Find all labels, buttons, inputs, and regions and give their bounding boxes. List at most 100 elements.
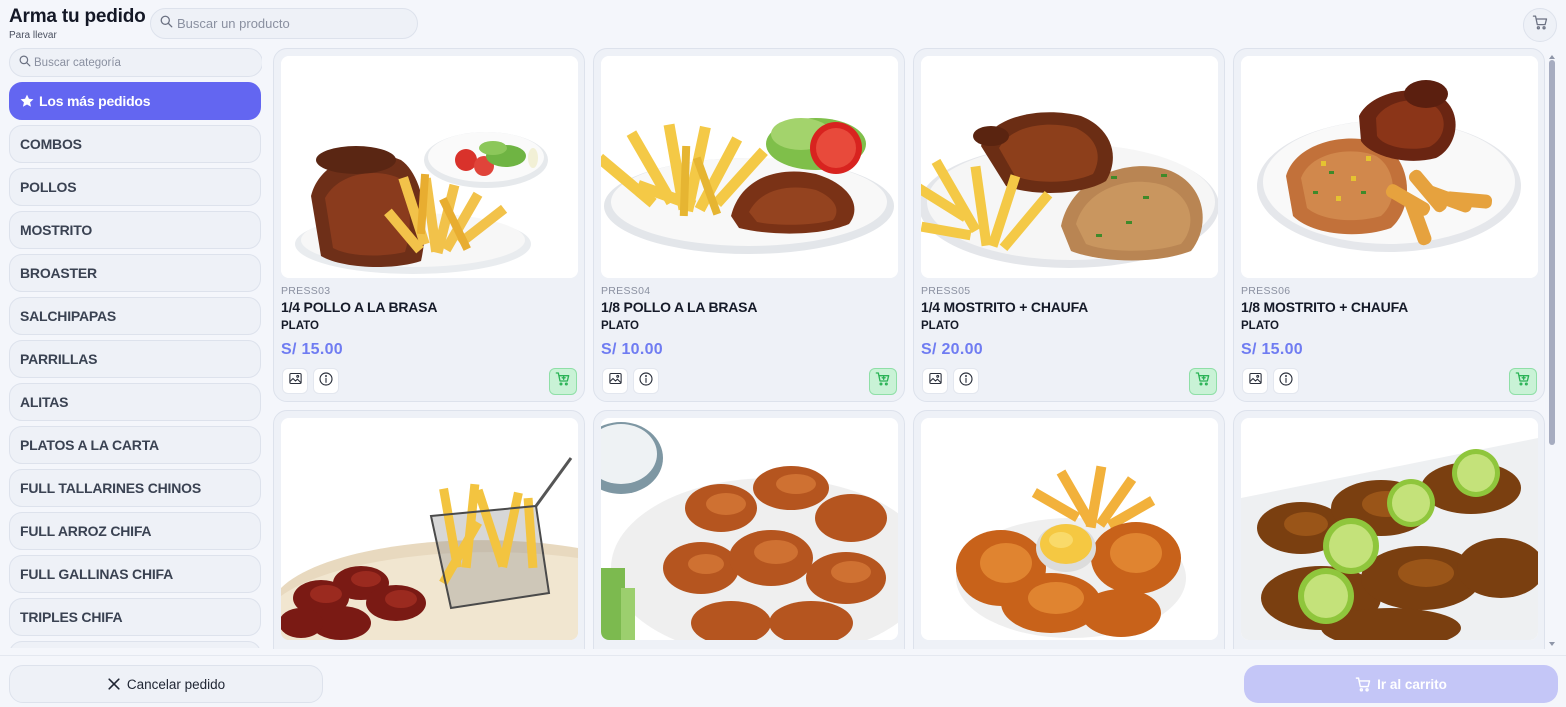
view-image-button[interactable] (922, 368, 948, 394)
cart-add-icon (1195, 371, 1211, 392)
product-type: PLATO (921, 320, 959, 332)
info-icon (1278, 371, 1294, 392)
product-card[interactable]: PRESS04 1/8 POLLO A LA BRASA PLATO S/ 10… (593, 48, 905, 402)
cart-add-icon (555, 371, 571, 392)
product-code: PRESS06 (1241, 285, 1291, 297)
scroll-up-arrow[interactable] (1549, 55, 1555, 59)
category-label: Los más pedidos (39, 93, 151, 109)
view-image-button[interactable] (602, 368, 628, 394)
category-item[interactable]: COMBOS (9, 125, 261, 163)
category-item[interactable] (9, 641, 261, 648)
product-card[interactable]: PRESS06 1/8 MOSTRITO + CHAUFA PLATO S/ 1… (1233, 48, 1545, 402)
product-card[interactable] (273, 410, 585, 649)
product-name: 1/8 MOSTRITO + CHAUFA (1241, 299, 1409, 315)
category-item[interactable]: TRIPLES CHIFA (9, 598, 261, 636)
product-image-broaster (921, 418, 1218, 640)
category-item[interactable]: FULL ARROZ CHIFA (9, 512, 261, 550)
product-code: PRESS04 (601, 285, 651, 297)
category-list: COMBOS POLLOS MOSTRITO BROASTER SALCHIPA… (9, 125, 262, 648)
star-icon (19, 93, 35, 109)
cart-icon (1532, 14, 1549, 36)
category-search-input[interactable] (34, 56, 244, 69)
product-type: PLATO (601, 320, 639, 332)
add-to-cart-button[interactable] (1509, 368, 1537, 395)
view-image-button[interactable] (282, 368, 308, 394)
image-icon (288, 371, 303, 391)
category-label: ALITAS (20, 394, 69, 410)
category-item[interactable]: FULL TALLARINES CHINOS (9, 469, 261, 507)
category-label: MOSTRITO (20, 222, 93, 238)
info-icon (958, 371, 974, 392)
header: Arma tu pedido Para llevar (0, 0, 1566, 46)
category-label: COMBOS (20, 136, 82, 152)
product-image-eighth-mostrito (1241, 56, 1538, 278)
category-item[interactable]: PARRILLAS (9, 340, 261, 378)
add-to-cart-button[interactable] (869, 368, 897, 395)
category-item[interactable]: FULL GALLINAS CHIFA (9, 555, 261, 593)
product-card[interactable] (593, 410, 905, 649)
product-price: S/ 15.00 (1241, 341, 1304, 358)
product-code: PRESS05 (921, 285, 971, 297)
image-icon (608, 371, 623, 391)
info-icon (638, 371, 654, 392)
close-icon (107, 677, 121, 691)
category-label: FULL GALLINAS CHIFA (20, 566, 174, 582)
category-label: FULL ARROZ CHIFA (20, 523, 152, 539)
cart-add-icon (1515, 371, 1531, 392)
page-title: Arma tu pedido (9, 6, 146, 27)
cart-icon (1355, 676, 1372, 693)
search-icon (19, 54, 31, 72)
product-type: PLATO (281, 320, 319, 332)
category-item[interactable]: MOSTRITO (9, 211, 261, 249)
category-item[interactable]: POLLOS (9, 168, 261, 206)
product-name: 1/4 MOSTRITO + CHAUFA (921, 299, 1089, 315)
footer-divider (0, 655, 1566, 656)
category-label: SALCHIPAPAS (20, 308, 117, 324)
cancel-order-button[interactable]: Cancelar pedido (9, 665, 323, 703)
category-label: TRIPLES CHIFA (20, 609, 123, 625)
category-item[interactable]: BROASTER (9, 254, 261, 292)
category-item-most-ordered[interactable]: Los más pedidos (9, 82, 261, 120)
product-image-wings-fries (281, 418, 578, 640)
scroll-down-arrow[interactable] (1549, 642, 1555, 646)
product-info-button[interactable] (1273, 368, 1299, 394)
search-icon (160, 15, 173, 33)
product-name: 1/8 POLLO A LA BRASA (601, 299, 758, 315)
product-card[interactable] (1233, 410, 1545, 649)
category-item[interactable]: ALITAS (9, 383, 261, 421)
cart-add-icon (875, 371, 891, 392)
product-info-button[interactable] (633, 368, 659, 394)
category-item[interactable]: SALCHIPAPAS (9, 297, 261, 335)
category-label: BROASTER (20, 265, 97, 281)
product-card[interactable]: PRESS05 1/4 MOSTRITO + CHAUFA PLATO S/ 2… (913, 48, 1225, 402)
cart-button[interactable] (1523, 8, 1557, 42)
category-item[interactable]: PLATOS A LA CARTA (9, 426, 261, 464)
product-image-bbq-wings (601, 418, 898, 640)
product-info-button[interactable] (313, 368, 339, 394)
order-type-label: Para llevar (9, 30, 57, 41)
add-to-cart-button[interactable] (549, 368, 577, 395)
product-card[interactable]: PRESS03 1/4 POLLO A LA BRASA PLATO S/ 15… (273, 48, 585, 402)
product-price: S/ 10.00 (601, 341, 664, 358)
go-to-cart-button[interactable]: Ir al carrito (1244, 665, 1558, 703)
category-search[interactable] (9, 48, 262, 77)
image-icon (928, 371, 943, 391)
product-search[interactable] (150, 8, 418, 39)
category-label: PLATOS A LA CARTA (20, 437, 159, 453)
product-search-input[interactable] (177, 16, 407, 31)
product-image-eighth-chicken (601, 56, 898, 278)
view-image-button[interactable] (1242, 368, 1268, 394)
product-type: PLATO (1241, 320, 1279, 332)
category-label: FULL TALLARINES CHINOS (20, 480, 201, 496)
product-code: PRESS03 (281, 285, 331, 297)
go-to-cart-label: Ir al carrito (1377, 676, 1447, 692)
product-grid: PRESS03 1/4 POLLO A LA BRASA PLATO S/ 15… (273, 48, 1545, 649)
category-label: POLLOS (20, 179, 77, 195)
product-image-quarter-mostrito (921, 56, 1218, 278)
product-card[interactable] (913, 410, 1225, 649)
product-image-chifa-lime (1241, 418, 1538, 640)
category-sidebar: Los más pedidos COMBOS POLLOS MOSTRITO B… (9, 48, 262, 648)
product-info-button[interactable] (953, 368, 979, 394)
add-to-cart-button[interactable] (1189, 368, 1217, 395)
scroll-thumb[interactable] (1549, 60, 1555, 445)
